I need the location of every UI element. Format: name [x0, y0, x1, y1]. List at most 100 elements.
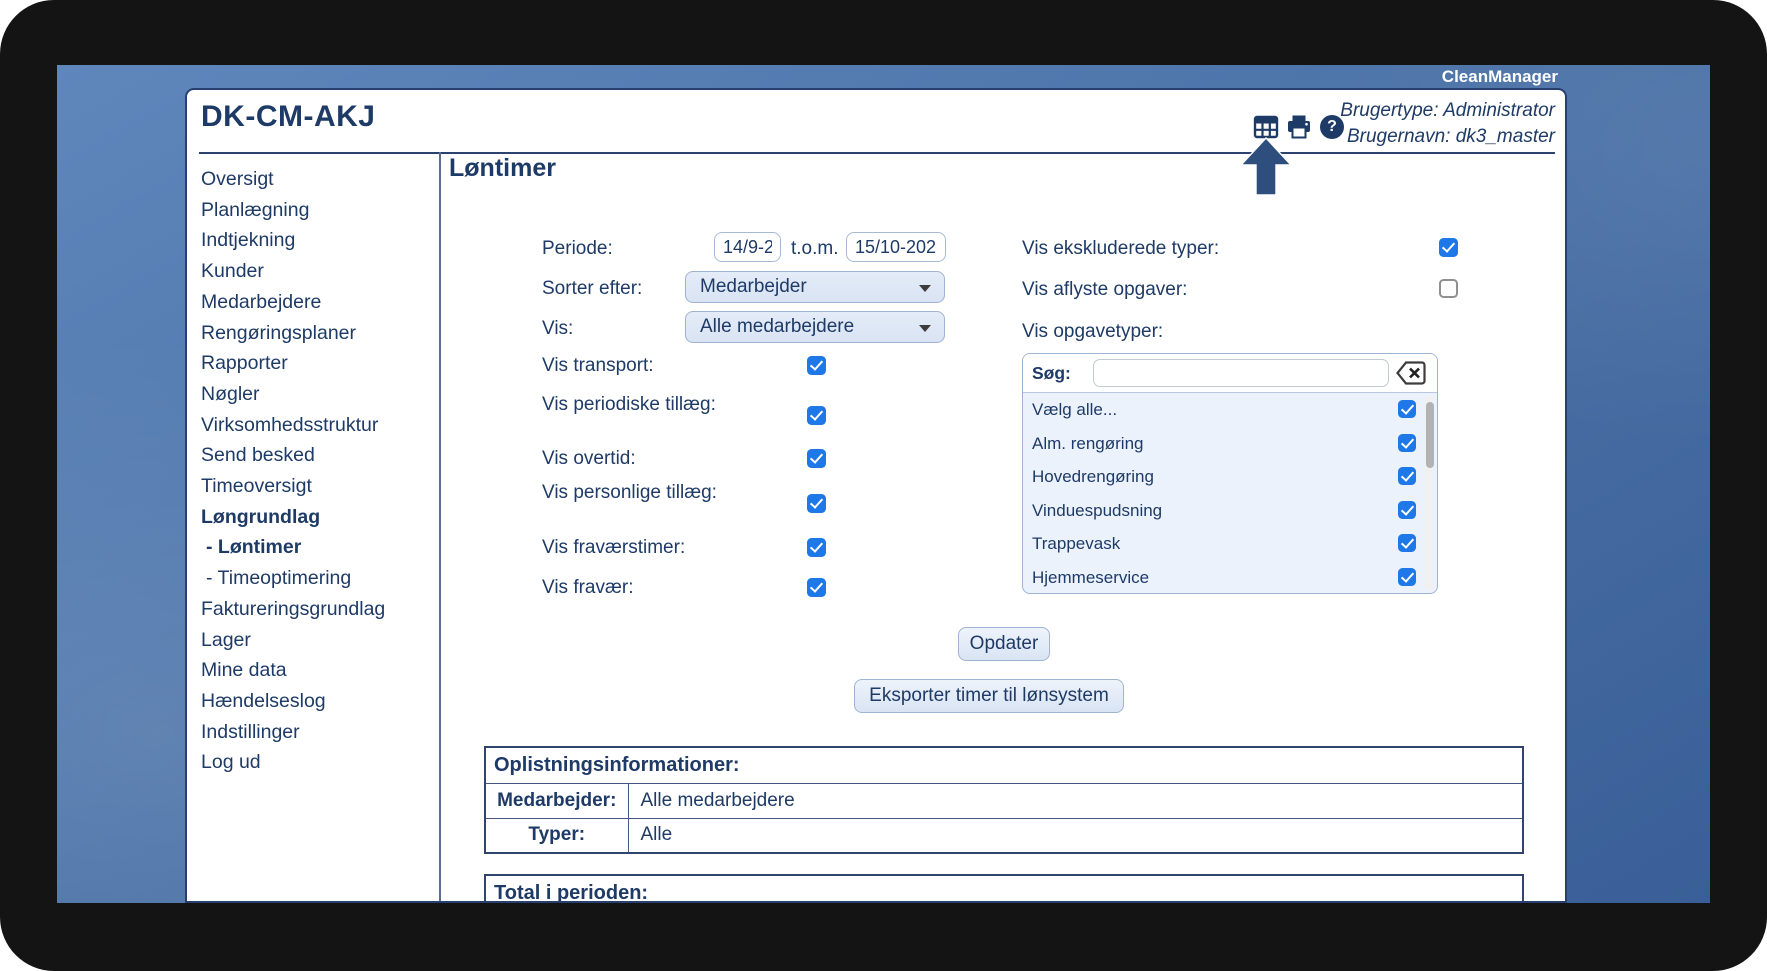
vis-personlige-tillaeg-label: Vis personlige tillæg: — [542, 481, 717, 504]
vis-overtid-checkbox[interactable] — [807, 449, 826, 468]
sidebar-item-virksomhedsstruktur[interactable]: Virksomhedsstruktur — [201, 410, 433, 441]
screenshot-canvas: CleanManager DK-CM-AKJ Brugertype: Admin… — [0, 0, 1767, 971]
option-label: Hovedrengøring — [1032, 467, 1154, 487]
sidebar-item-log-ud[interactable]: Log ud — [201, 747, 433, 778]
search-label: Søg: — [1032, 363, 1071, 384]
sorter-efter-select[interactable]: Medarbejder — [685, 271, 945, 303]
oplistnings-table-header: Oplistningsinformationer: — [485, 747, 1523, 783]
panel-scrollbar — [1425, 396, 1434, 590]
option-checkbox[interactable] — [1398, 501, 1416, 519]
user-type-label: Brugertype: Administrator — [1340, 98, 1555, 124]
sidebar-item-timeoptimering[interactable]: - Timeoptimering — [201, 563, 433, 594]
vis-fravaer-label: Vis fravær: — [542, 577, 634, 599]
opdater-button[interactable]: Opdater — [958, 627, 1050, 661]
user-info: Brugertype: Administrator Brugernavn: dk… — [1340, 98, 1555, 150]
option-checkbox[interactable] — [1398, 400, 1416, 418]
sidebar-item-rapporter[interactable]: Rapporter — [201, 348, 433, 379]
tom-label: t.o.m. — [791, 238, 839, 260]
vis-value: Alle medarbejdere — [700, 316, 854, 337]
vis-transport-label: Vis transport: — [542, 355, 654, 377]
vis-fravaerstimer-label: Vis fraværstimer: — [542, 537, 685, 559]
opgavetyper-search-row: Søg: — [1023, 354, 1437, 393]
periode-from-input[interactable] — [714, 232, 781, 262]
app-window: DK-CM-AKJ Brugertype: Administrator Brug… — [185, 88, 1567, 903]
vis-label: Vis: — [542, 318, 573, 340]
row-value: Alle medarbejdere — [628, 783, 1523, 818]
option-label: Hjemmeservice — [1032, 568, 1149, 588]
sidebar-item-mine-data[interactable]: Mine data — [201, 655, 433, 686]
option-row-vinduespudsning[interactable]: Vinduespudsning — [1023, 494, 1437, 528]
sidebar-item-rengoringsplaner[interactable]: Rengøringsplaner — [201, 318, 433, 349]
vis-overtid-label: Vis overtid: — [542, 448, 636, 470]
total-table-header: Total i perioden: — [485, 875, 1523, 903]
option-row-trappevask[interactable]: Trappevask — [1023, 527, 1437, 561]
sidebar-item-indstillinger[interactable]: Indstillinger — [201, 717, 433, 748]
vis-select[interactable]: Alle medarbejdere — [685, 311, 945, 343]
periode-label: Periode: — [542, 238, 613, 260]
opgavetyper-panel: Søg: Vælg alle... — [1022, 353, 1438, 594]
page-title: DK-CM-AKJ — [201, 100, 375, 134]
backspace-icon — [1396, 360, 1427, 386]
section-heading: Løntimer — [449, 154, 556, 183]
vis-periodiske-tillaeg-checkbox[interactable] — [807, 406, 826, 425]
vis-opgavetyper-label: Vis opgavetyper: — [1022, 321, 1163, 343]
option-checkbox[interactable] — [1398, 534, 1416, 552]
sidebar-item-timeoversigt[interactable]: Timeoversigt — [201, 471, 433, 502]
option-row-hovedrengoring[interactable]: Hovedrengøring — [1023, 460, 1437, 494]
sidebar-item-longrundlag[interactable]: Løngrundlag — [201, 502, 433, 533]
panel-scrollbar-thumb[interactable] — [1426, 402, 1434, 468]
header-divider — [199, 152, 1555, 154]
option-row-vaelg-alle[interactable]: Vælg alle... — [1023, 393, 1437, 427]
vis-ekskluderede-typer-label: Vis ekskluderede typer: — [1022, 238, 1219, 260]
option-label: Alm. rengøring — [1032, 434, 1143, 454]
brand-label: CleanManager — [1442, 66, 1558, 87]
option-label: Vinduespudsning — [1032, 501, 1162, 521]
sidebar-item-faktureringsgrundlag[interactable]: Faktureringsgrundlag — [201, 594, 433, 625]
sidebar-item-lontimer[interactable]: - Løntimer — [201, 532, 433, 563]
sorter-efter-value: Medarbejder — [700, 276, 807, 297]
vis-periodiske-tillaeg-label: Vis periodiske tillæg: — [542, 393, 717, 416]
sidebar-item-send-besked[interactable]: Send besked — [201, 440, 433, 471]
total-table: Total i perioden: — [484, 874, 1524, 903]
clear-search-button[interactable] — [1395, 360, 1427, 387]
desktop-background: CleanManager DK-CM-AKJ Brugertype: Admin… — [57, 65, 1710, 903]
sidebar-item-kunder[interactable]: Kunder — [201, 256, 433, 287]
vis-fravaer-checkbox[interactable] — [807, 578, 826, 597]
table-row: Medarbejder: Alle medarbejdere — [485, 783, 1523, 818]
row-label: Typer: — [485, 818, 628, 853]
vis-ekskluderede-typer-checkbox[interactable] — [1439, 238, 1458, 257]
sidebar-item-haendelseslog[interactable]: Hændelseslog — [201, 686, 433, 717]
chevron-down-icon — [919, 285, 931, 292]
option-label: Trappevask — [1032, 534, 1120, 554]
sidebar-divider — [439, 152, 441, 901]
user-name-label: Brugernavn: dk3_master — [1340, 124, 1555, 150]
table-row: Typer: Alle — [485, 818, 1523, 853]
help-icon[interactable]: ? — [1320, 115, 1344, 139]
sidebar-item-medarbejdere[interactable]: Medarbejdere — [201, 287, 433, 318]
option-checkbox[interactable] — [1398, 467, 1416, 485]
chevron-down-icon — [919, 325, 931, 332]
row-label: Medarbejder: — [485, 783, 628, 818]
device-bezel: CleanManager DK-CM-AKJ Brugertype: Admin… — [0, 0, 1767, 971]
option-row-hjemmeservice[interactable]: Hjemmeservice — [1023, 561, 1437, 594]
eksporter-button[interactable]: Eksporter timer til lønsystem — [854, 679, 1124, 713]
vis-aflyste-opgaver-checkbox[interactable] — [1439, 279, 1458, 298]
vis-personlige-tillaeg-checkbox[interactable] — [807, 494, 826, 513]
option-checkbox[interactable] — [1398, 434, 1416, 452]
sidebar-item-indtjekning[interactable]: Indtjekning — [201, 225, 433, 256]
row-value: Alle — [628, 818, 1523, 853]
opgavetyper-search-input[interactable] — [1093, 359, 1389, 387]
sidebar-item-oversigt[interactable]: Oversigt — [201, 164, 433, 195]
annotation-arrow-icon — [1240, 137, 1294, 196]
vis-transport-checkbox[interactable] — [807, 356, 826, 375]
sorter-efter-label: Sorter efter: — [542, 278, 642, 300]
option-row-alm-rengoring[interactable]: Alm. rengøring — [1023, 427, 1437, 461]
vis-aflyste-opgaver-label: Vis aflyste opgaver: — [1022, 279, 1187, 301]
sidebar-item-lager[interactable]: Lager — [201, 625, 433, 656]
option-label: Vælg alle... — [1032, 400, 1117, 420]
vis-fravaerstimer-checkbox[interactable] — [807, 538, 826, 557]
option-checkbox[interactable] — [1398, 568, 1416, 586]
periode-to-input[interactable] — [846, 232, 946, 262]
sidebar-item-nogler[interactable]: Nøgler — [201, 379, 433, 410]
sidebar-item-planlaegning[interactable]: Planlægning — [201, 195, 433, 226]
